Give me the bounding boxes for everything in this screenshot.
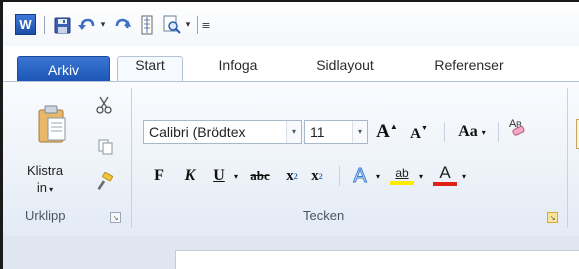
print-preview-dropdown-icon[interactable]: ▾ (183, 14, 193, 36)
grow-font-button[interactable]: A ▲ (375, 120, 399, 144)
cut-icon[interactable] (95, 96, 113, 114)
quick-access-toolbar: W ▾ ▾ ≡ (3, 2, 579, 46)
undo-icon[interactable] (77, 14, 97, 36)
shrink-font-button[interactable]: A ▼ (408, 122, 430, 146)
font-group-label: Tecken (303, 208, 345, 223)
document-area (3, 236, 579, 269)
paste-icon[interactable] (37, 104, 66, 143)
clear-formatting-icon[interactable]: A B (506, 114, 530, 138)
redo-icon[interactable] (114, 14, 132, 36)
customize-toolbar-icon[interactable]: ≡ (200, 14, 212, 36)
italic-button[interactable]: K (181, 164, 199, 188)
strikethrough-button[interactable]: abc (247, 164, 273, 188)
group-separator (567, 88, 568, 228)
change-case-dropdown-icon: ▾ (481, 127, 486, 137)
font-color-swatch (433, 182, 457, 186)
tab-home[interactable]: Start (117, 56, 183, 82)
font-size-dropdown-icon[interactable]: ▾ (352, 121, 367, 143)
font-name-combo[interactable]: Calibri (Brödtex ▾ (143, 120, 302, 144)
font-dialog-launcher[interactable]: ↘ (547, 212, 558, 223)
group-separator (131, 88, 132, 228)
underline-dropdown-icon[interactable]: ▾ (231, 164, 241, 188)
superscript-button[interactable]: x2 (306, 164, 328, 188)
paste-label-line1: Klistra (26, 163, 64, 178)
font-color-button[interactable]: A (432, 161, 458, 189)
font-color-dropdown-icon[interactable]: ▾ (459, 164, 469, 188)
bold-button[interactable]: F (150, 164, 168, 188)
text-effects-dropdown-icon[interactable]: ▾ (373, 164, 383, 188)
document-page[interactable] (175, 250, 579, 269)
change-case-button[interactable]: Aa ▾ (452, 120, 492, 144)
paste-button[interactable]: Klistra in ▾ (23, 162, 67, 198)
tab-file[interactable]: Arkiv (17, 56, 110, 82)
copy-icon[interactable] (97, 138, 115, 156)
paste-label-line2: in ▾ (36, 180, 54, 195)
clipboard-group-label: Urklipp (25, 208, 66, 223)
font-separator (444, 122, 445, 142)
highlight-color-swatch (390, 180, 414, 185)
underline-button[interactable]: U (210, 164, 228, 188)
format-painter-icon[interactable] (95, 172, 113, 191)
font-separator (339, 166, 340, 186)
word-logo-icon[interactable]: W (15, 14, 36, 35)
font-separator (498, 122, 499, 142)
save-icon[interactable] (53, 14, 71, 36)
tab-references[interactable]: Referenser (414, 57, 524, 82)
highlight-button[interactable]: ab (389, 161, 415, 189)
font-size-combo[interactable]: 11 ▾ (304, 120, 368, 144)
page-layout-icon[interactable] (138, 14, 156, 36)
font-size-value: 11 (310, 124, 325, 140)
undo-dropdown-icon[interactable]: ▾ (98, 14, 108, 36)
word-window: W ▾ ▾ ≡ Arkiv Start Infoga Sidlayout Ref… (0, 0, 579, 269)
print-preview-icon[interactable] (162, 14, 182, 36)
font-name-dropdown-icon[interactable]: ▾ (286, 121, 301, 143)
subscript-button[interactable]: x2 (281, 164, 303, 188)
highlight-dropdown-icon[interactable]: ▾ (416, 164, 426, 188)
tab-insert[interactable]: Infoga (203, 57, 273, 82)
toolbar-separator (44, 16, 45, 34)
text-effects-button[interactable]: A (348, 164, 372, 188)
grow-font-arrow-icon: ▲ (389, 122, 398, 131)
font-name-value: Calibri (Brödtex (149, 124, 246, 140)
ribbon-tabs: Arkiv Start Infoga Sidlayout Referenser (3, 46, 579, 115)
shrink-font-arrow-icon: ▼ (420, 124, 428, 132)
clipboard-dialog-launcher[interactable]: ↘ (110, 212, 121, 223)
tab-page-layout[interactable]: Sidlayout (297, 57, 393, 82)
ribbon: Klistra in ▾ Urklipp ↘ Calibri (Brödtex … (3, 81, 579, 237)
toolbar-separator (197, 16, 198, 34)
